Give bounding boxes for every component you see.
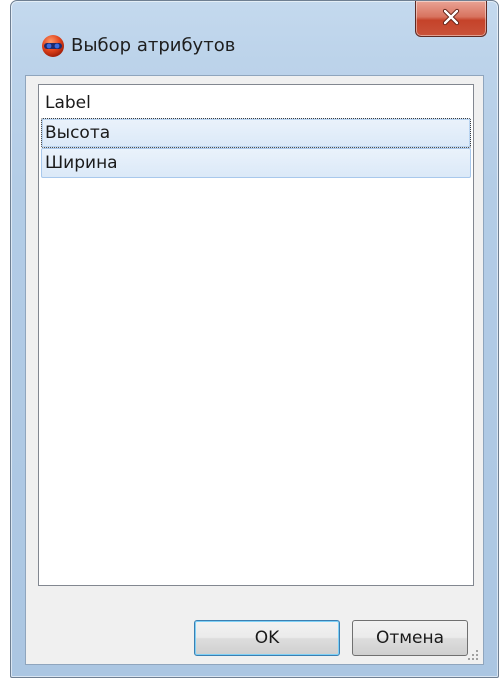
dialog-content: Label Высота Ширина OK Отмена [25, 75, 484, 665]
close-button[interactable] [415, 1, 487, 37]
list-item[interactable]: Label [41, 88, 471, 118]
list-item[interactable]: Ширина [41, 148, 471, 178]
window-title: Выбор атрибутов [71, 35, 236, 56]
ok-button[interactable]: OK [194, 620, 340, 656]
app-logo-icon [41, 34, 65, 58]
cancel-button[interactable]: Отмена [352, 620, 468, 656]
dialog-window: Выбор атрибутов Label Высота Ширина OK О… [10, 0, 499, 678]
title-bar[interactable]: Выбор атрибутов [11, 1, 498, 63]
close-icon [441, 8, 461, 30]
resize-grip-icon[interactable] [465, 646, 479, 660]
attribute-listbox[interactable]: Label Высота Ширина [38, 84, 474, 586]
list-item[interactable]: Высота [41, 118, 471, 148]
